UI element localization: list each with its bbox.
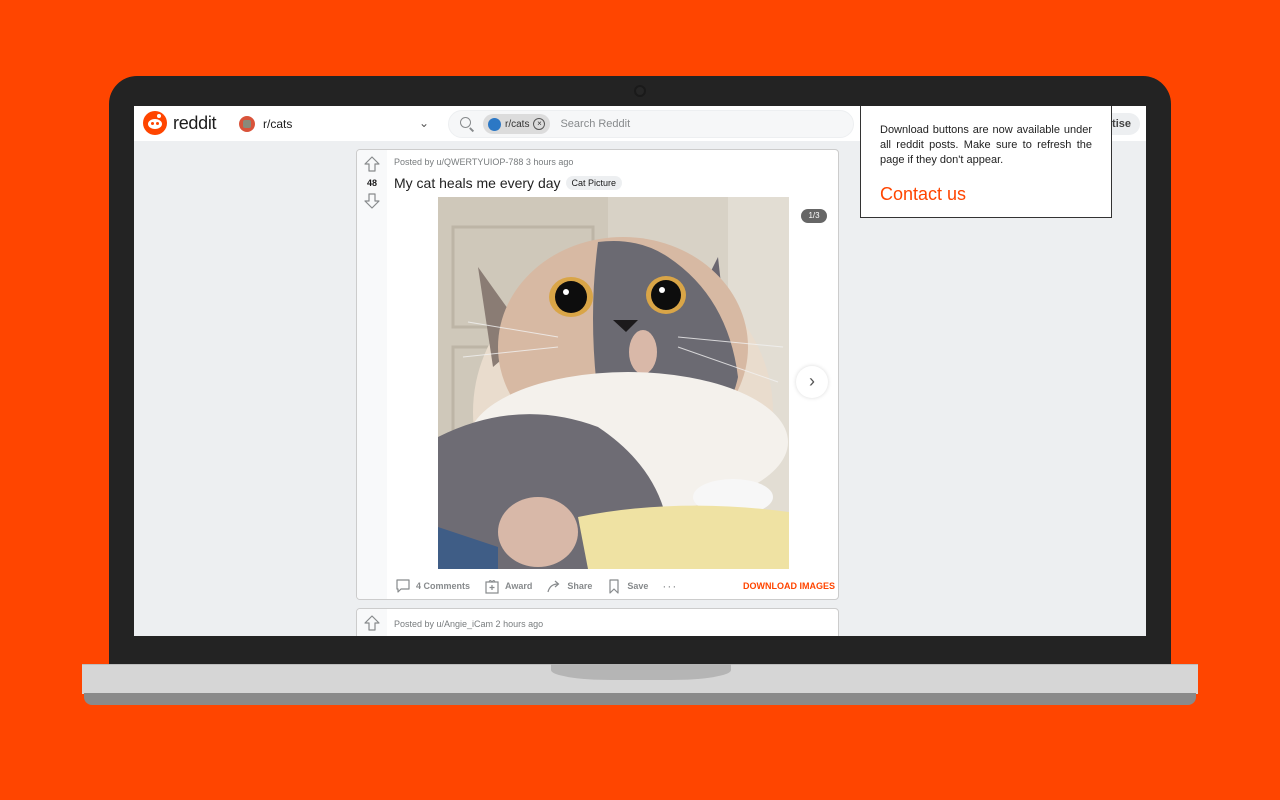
search-input[interactable] xyxy=(560,118,811,130)
upvote-button[interactable] xyxy=(364,615,380,631)
post-title-row: My cat heals me every day Cat Picture xyxy=(394,175,623,191)
laptop-notch xyxy=(551,664,731,680)
post-flair[interactable]: Cat Picture xyxy=(565,176,623,190)
post-image[interactable] xyxy=(438,197,789,569)
laptop-screen: reddit r/cats ⌄ r/cats × tise Download b… xyxy=(134,106,1146,636)
vote-column xyxy=(357,609,387,636)
webcam-icon xyxy=(634,85,646,97)
upvote-arrow-icon xyxy=(364,615,380,631)
post-meta[interactable]: Posted by u/QWERTYUIOP-788 3 hours ago xyxy=(394,157,573,167)
laptop-foot xyxy=(84,693,1196,705)
cat-photo xyxy=(438,197,789,569)
save-button[interactable]: Save xyxy=(606,578,648,594)
share-arrow-icon xyxy=(547,580,560,593)
subreddit-avatar xyxy=(239,116,255,132)
vote-column: 48 xyxy=(357,150,387,599)
chevron-right-icon: › xyxy=(809,371,815,391)
gallery-next-button[interactable]: › xyxy=(796,366,828,398)
upvote-arrow-icon xyxy=(364,156,380,172)
post-card: Posted by u/Angie_iCam 2 hours ago xyxy=(356,608,839,636)
search-chip-label: r/cats xyxy=(505,118,530,130)
share-label: Share xyxy=(567,581,593,591)
subreddit-chip-avatar xyxy=(488,117,501,131)
post-card: 48 Posted by u/QWERTYUIOP-788 3 hours ag… xyxy=(356,149,839,600)
gallery-counter: 1/3 xyxy=(801,209,827,223)
vote-count: 48 xyxy=(366,178,377,188)
award-label: Award xyxy=(505,581,533,591)
post-meta[interactable]: Posted by u/Angie_iCam 2 hours ago xyxy=(394,619,543,629)
popup-message: Download buttons are now available under… xyxy=(880,124,1092,166)
more-options-icon[interactable]: ··· xyxy=(662,579,677,593)
post-title[interactable]: My cat heals me every day xyxy=(394,175,561,191)
contact-us-link[interactable]: Contact us xyxy=(880,184,1092,205)
download-images-button[interactable]: DOWNLOAD IMAGES xyxy=(743,581,835,591)
save-label: Save xyxy=(627,581,649,591)
reddit-page: reddit r/cats ⌄ r/cats × tise Download b… xyxy=(134,106,1146,636)
downvote-button[interactable] xyxy=(364,193,380,209)
comment-icon xyxy=(396,579,410,593)
search-icon xyxy=(459,116,475,132)
clear-scope-icon[interactable]: × xyxy=(533,118,546,130)
chevron-down-icon: ⌄ xyxy=(418,116,429,130)
search-scope-chip: r/cats × xyxy=(483,114,551,134)
share-button[interactable]: Share xyxy=(546,578,592,594)
comments-label: 4 Comments xyxy=(416,581,471,591)
gift-icon xyxy=(485,580,499,594)
reddit-snoo-icon xyxy=(143,111,167,135)
subreddit-switcher[interactable]: r/cats ⌄ xyxy=(239,114,429,134)
extension-notice-popup: Download buttons are now available under… xyxy=(860,106,1112,218)
subreddit-name: r/cats xyxy=(263,117,293,131)
search-bar[interactable]: r/cats × xyxy=(448,110,854,138)
post-actions-bar: 4 Comments Award Share Save ··· DOWNLOAD… xyxy=(395,577,835,595)
downvote-arrow-icon xyxy=(364,193,380,209)
award-button[interactable]: Award xyxy=(484,578,532,594)
bookmark-icon xyxy=(609,579,619,594)
comments-button[interactable]: 4 Comments xyxy=(395,578,470,594)
brand-wordmark: reddit xyxy=(173,112,217,133)
upvote-button[interactable] xyxy=(364,156,380,172)
reddit-logo[interactable]: reddit xyxy=(143,111,217,135)
